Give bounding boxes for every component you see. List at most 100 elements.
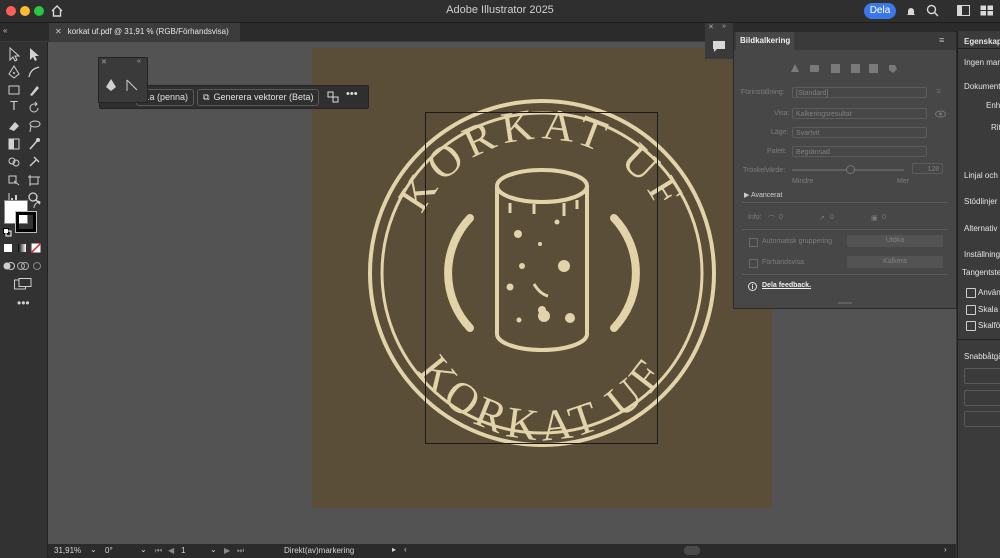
panel-resize-handle[interactable] <box>838 302 852 304</box>
palette-select[interactable]: Begränsad <box>792 146 927 157</box>
mode-label: Läge: <box>771 129 789 136</box>
expand-strip-icon[interactable]: » <box>722 23 726 30</box>
color-mode-icon[interactable] <box>4 244 12 252</box>
more-tools-icon[interactable]: ••• <box>17 296 30 310</box>
pen-icon[interactable] <box>104 78 118 92</box>
quick-actions-title: Snabbåtgä <box>964 352 1000 361</box>
none-mode-icon[interactable] <box>31 243 41 253</box>
draw-inside-icon[interactable] <box>31 261 43 271</box>
advanced-toggle[interactable]: ▶ Avancerat <box>744 191 782 199</box>
share-button[interactable]: Dela <box>864 3 896 19</box>
last-artboard-icon[interactable]: ⏭ <box>237 546 244 556</box>
panel-header-strip <box>958 23 1000 31</box>
shape-builder-tool-icon[interactable] <box>6 154 22 170</box>
mode-select[interactable]: Svartvit <box>792 127 927 138</box>
preset-menu-icon[interactable]: ≡ <box>936 86 941 96</box>
draw-behind-icon[interactable] <box>17 261 29 271</box>
eye-icon[interactable] <box>935 110 946 118</box>
option-checkbox-1[interactable] <box>966 288 976 298</box>
anchor-icon[interactable] <box>125 78 139 92</box>
pen-tool-icon[interactable] <box>6 64 22 80</box>
option-checkbox-3[interactable] <box>966 321 976 331</box>
search-icon[interactable] <box>926 4 939 17</box>
curvature-tool-icon[interactable] <box>26 64 42 80</box>
rotation-value[interactable]: 0° <box>105 546 113 555</box>
tab-properties[interactable]: Egenskape <box>964 37 1000 46</box>
tab-bildkalkering[interactable]: Bildkalkering <box>736 32 795 50</box>
workspace-icon[interactable] <box>957 5 970 16</box>
info-icon <box>748 282 757 291</box>
quick-action-button-1[interactable] <box>964 368 1000 384</box>
default-colors-icon[interactable] <box>3 228 12 237</box>
direct-selection-tool-icon[interactable] <box>26 46 42 62</box>
document-tab[interactable]: ✕ korkat uf.pdf @ 31,91 % (RGB/Förhandsvi… <box>49 23 240 41</box>
threshold-slider-thumb[interactable] <box>846 165 855 174</box>
preset-select[interactable]: [Standard] <box>792 87 927 98</box>
preview-checkbox[interactable] <box>749 259 758 268</box>
rotation-dropdown-icon[interactable]: ⌄ <box>140 545 147 554</box>
swap-fill-stroke-icon[interactable] <box>32 200 42 210</box>
quick-action-button-2[interactable] <box>964 390 1000 406</box>
colors-icon: ▣ <box>871 215 878 222</box>
trace-button[interactable]: Kalkera <box>847 256 943 268</box>
quick-action-button-3[interactable] <box>964 411 1000 427</box>
symbol-sprayer-tool-icon[interactable] <box>26 154 42 170</box>
close-strip-icon[interactable]: ✕ <box>708 23 714 31</box>
rectangle-tool-icon[interactable] <box>6 82 22 98</box>
anchors-count: 0 <box>830 214 834 221</box>
more-options-icon[interactable]: ••• <box>346 88 358 100</box>
status-menu-icon[interactable]: ▸ <box>392 545 396 554</box>
panels-icon[interactable] <box>980 5 994 16</box>
trace-presets-icons[interactable] <box>789 62 899 74</box>
view-select[interactable]: Kalkeringsresultat <box>792 108 927 119</box>
auto-group-checkbox[interactable] <box>749 238 758 247</box>
free-transform-tool-icon[interactable] <box>6 172 22 188</box>
comment-icon[interactable] <box>712 40 726 53</box>
artboard-number[interactable]: 1 <box>181 546 185 555</box>
panel-menu-icon[interactable]: ≡ <box>939 35 944 45</box>
selection-tool-icon[interactable] <box>6 46 22 62</box>
close-tab-icon[interactable]: ✕ <box>55 27 62 36</box>
eyedropper-tool-icon[interactable] <box>26 136 42 152</box>
threshold-value-field[interactable]: 128 <box>912 163 943 174</box>
stroke-swatch[interactable] <box>15 211 37 233</box>
align-options-label: Alternativ f <box>964 224 1000 233</box>
paintbrush-tool-icon[interactable] <box>26 82 42 98</box>
close-mini-panel-icon[interactable]: ✕ <box>101 58 107 66</box>
trace-panel-header: Bildkalkering ≡ <box>734 32 956 50</box>
zoom-dropdown-icon[interactable]: ⌄ <box>90 545 97 554</box>
type-tool-icon[interactable]: T <box>6 98 22 114</box>
app-title: Adobe Illustrator 2025 <box>446 4 554 16</box>
zoom-level[interactable]: 31,91% <box>54 546 81 555</box>
share-feedback-link[interactable]: Dela feedback. <box>762 282 811 289</box>
divider <box>742 274 948 275</box>
less-label: Mindre <box>792 178 814 185</box>
gradient-mode-icon[interactable] <box>18 244 26 252</box>
prev-artboard-icon[interactable]: ◀ <box>168 546 174 555</box>
artboard-tool-icon[interactable] <box>26 172 42 188</box>
bell-icon[interactable] <box>905 5 917 17</box>
generate-vectors-button[interactable]: ⧉ Generera vektorer (Beta) <box>197 89 320 106</box>
option-checkbox-2[interactable] <box>966 305 976 315</box>
generate-vectors-label: Generera vektorer (Beta) <box>213 92 314 102</box>
gradient-tool-icon[interactable] <box>6 136 22 152</box>
expand-button[interactable]: Utöka <box>847 235 943 247</box>
more-label: Mer <box>897 178 910 185</box>
scroll-right-icon[interactable]: › <box>944 545 947 554</box>
collapse-mini-panel-icon[interactable]: « <box>137 58 141 65</box>
current-tool-label: Direkt(av)markering <box>284 546 355 555</box>
collapse-toolbar-icon[interactable]: « <box>3 26 7 35</box>
floating-mini-panel: ✕ « <box>98 57 148 103</box>
first-artboard-icon[interactable]: ⏮ <box>155 546 162 556</box>
scroll-left-icon[interactable]: ‹ <box>404 545 407 554</box>
trace-options-icon[interactable] <box>327 91 339 103</box>
draw-normal-icon[interactable] <box>3 261 15 271</box>
artboard-dropdown-icon[interactable]: ⌄ <box>210 545 217 554</box>
eraser-tool-icon[interactable] <box>6 118 22 134</box>
screen-mode-icon[interactable] <box>14 278 32 290</box>
selection-bounding-box[interactable] <box>425 112 658 444</box>
lasso-tool-icon[interactable] <box>26 118 42 134</box>
next-artboard-icon[interactable]: ▶ <box>224 546 230 555</box>
rotate-tool-icon[interactable] <box>26 100 42 116</box>
horizontal-scrollbar-thumb[interactable] <box>684 546 700 555</box>
